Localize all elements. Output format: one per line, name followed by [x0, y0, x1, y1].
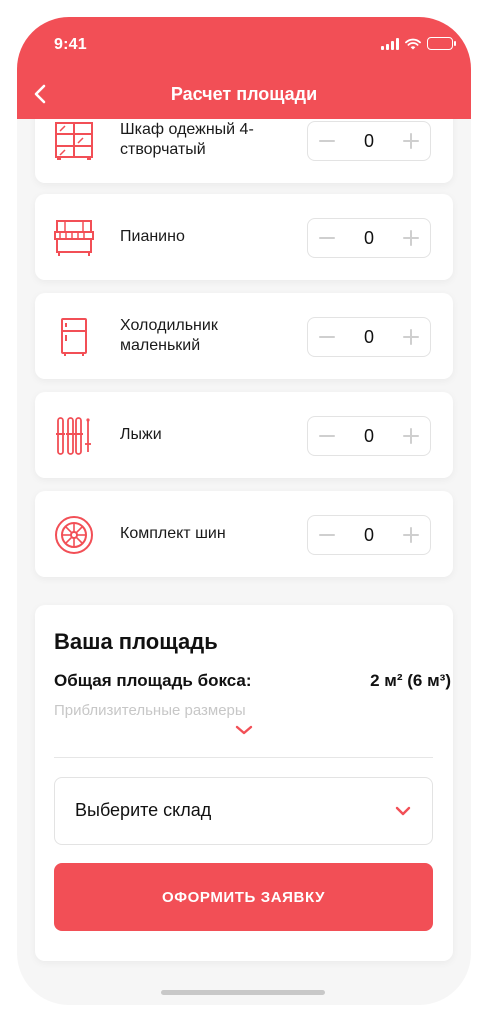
content-scroll[interactable]: Шкаф одежный 4-створчатый 0 Пианино 0 Хо… [17, 119, 471, 1005]
plus-button[interactable] [402, 132, 420, 150]
item-card-tires: Комплект шин 0 [35, 491, 453, 577]
chevron-down-icon[interactable] [233, 723, 255, 737]
quantity-value: 0 [363, 425, 374, 446]
piano-icon [54, 220, 94, 256]
item-label: Холодильник маленький [120, 317, 218, 354]
submit-order-button[interactable]: ОФОРМИТЬ ЗАЯВКУ [54, 863, 433, 931]
page-title: Расчет площади [170, 84, 318, 104]
plus-button[interactable] [402, 427, 420, 445]
total-area-value: 2 м² (6 м³) [370, 671, 451, 690]
quantity-value: 0 [363, 524, 374, 545]
plus-button[interactable] [402, 526, 420, 544]
item-card-piano: Пианино 0 [35, 194, 453, 280]
quantity-stepper: 0 [307, 416, 431, 456]
wardrobe-icon [55, 122, 93, 160]
total-area-label: Общая площадь бокса: [54, 671, 252, 690]
minus-button[interactable] [318, 132, 336, 150]
status-time: 9:41 [54, 36, 87, 53]
minus-button[interactable] [318, 328, 336, 346]
summary-title: Ваша площадь [54, 629, 218, 654]
signal-icon [381, 37, 399, 50]
warehouse-select[interactable]: Выберите склад [54, 777, 433, 845]
quantity-stepper: 0 [307, 515, 431, 555]
skis-icon [56, 417, 91, 455]
item-card-wardrobe: Шкаф одежный 4-створчатый 0 [35, 119, 453, 183]
plus-button[interactable] [402, 328, 420, 346]
item-label: Комплект шин [120, 525, 226, 542]
divider [54, 757, 433, 758]
fridge-icon [61, 318, 87, 356]
quantity-stepper: 0 [307, 121, 431, 161]
plus-button[interactable] [402, 229, 420, 247]
status-icons [381, 37, 456, 50]
item-label: Шкаф одежный 4-створчатый [120, 121, 254, 158]
app-header: 9:41 Расчет площади [17, 17, 471, 119]
home-indicator[interactable] [161, 990, 325, 995]
phone-screen: 9:41 Расчет площади Шкаф одежный 4-створ… [17, 17, 471, 1005]
quantity-value: 0 [363, 227, 374, 248]
wifi-icon [405, 38, 421, 49]
quantity-stepper: 0 [307, 317, 431, 357]
minus-button[interactable] [318, 526, 336, 544]
quantity-value: 0 [363, 130, 374, 151]
tire-icon [55, 516, 93, 554]
quantity-stepper: 0 [307, 218, 431, 258]
battery-icon [427, 37, 456, 50]
item-label: Лыжи [120, 426, 162, 443]
item-card-fridge: Холодильник маленький 0 [35, 293, 453, 379]
chevron-down-icon [395, 806, 411, 816]
minus-button[interactable] [318, 427, 336, 445]
approximate-sizes-hint: Приблизительные размеры [54, 702, 246, 719]
minus-button[interactable] [318, 229, 336, 247]
quantity-value: 0 [363, 326, 374, 347]
summary-card: Ваша площадь Общая площадь бокса: 2 м² (… [35, 605, 453, 961]
item-card-skis: Лыжи 0 [35, 392, 453, 478]
warehouse-select-value: Выберите склад [75, 800, 212, 820]
item-label: Пианино [120, 228, 185, 245]
